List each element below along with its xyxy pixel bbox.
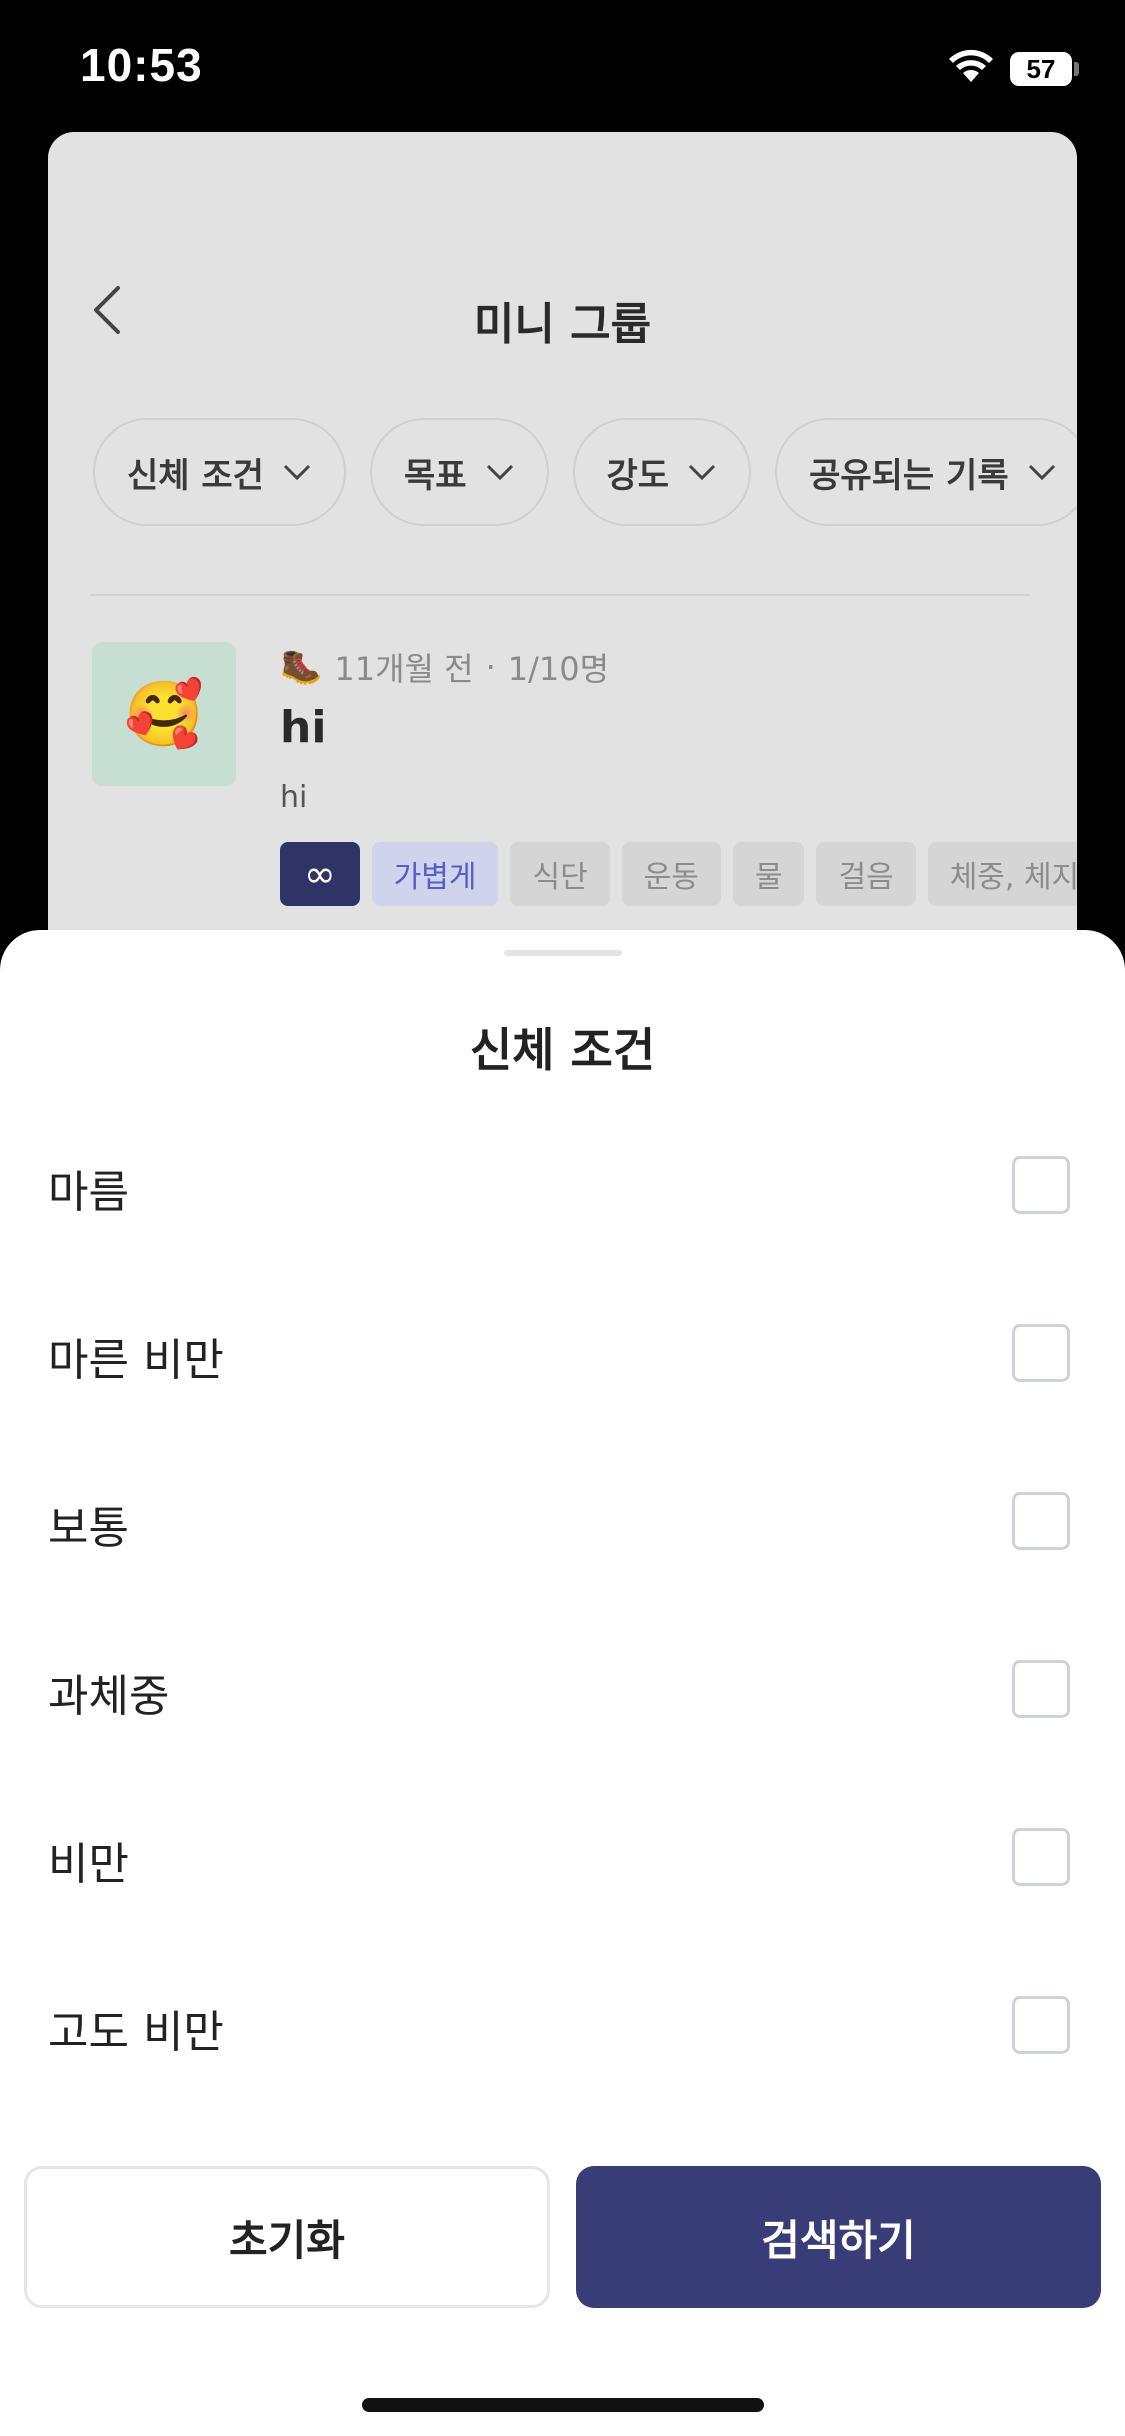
option-row[interactable]: 고도 비만 (0, 1966, 1125, 2086)
shoe-icon: 🥾 (280, 647, 323, 687)
option-label: 비만 (48, 1839, 129, 1890)
option-checkbox[interactable] (1012, 1660, 1070, 1718)
filter-chip-goal[interactable]: 목표 (369, 418, 549, 526)
option-label: 마름 (48, 1167, 129, 1218)
option-checkbox[interactable] (1012, 1156, 1070, 1214)
status-time: 10:53 (80, 39, 203, 91)
group-meta: 🥾 11개월 전 · 1/10명 (280, 644, 609, 690)
status-bar: 10:53 57 (0, 0, 1125, 130)
filter-chip-body[interactable]: 신체 조건 (93, 418, 346, 526)
option-checkbox[interactable] (1012, 1828, 1070, 1886)
page-title: 미니 그룹 (473, 299, 652, 350)
tag-weight: 체중, 체지방 (927, 842, 1077, 906)
option-checkbox[interactable] (1012, 1492, 1070, 1550)
group-name[interactable]: hi (280, 702, 326, 753)
filter-bottom-sheet: 신체 조건 마름 마른 비만 보통 과체중 비만 고도 비만 초기화 검색하기 (0, 930, 1125, 2436)
option-label: 과체중 (48, 1671, 170, 1722)
option-row[interactable]: 보통 (0, 1462, 1125, 1582)
option-checkbox[interactable] (1012, 1324, 1070, 1382)
battery-tip (1074, 62, 1079, 76)
chevron-down-icon (689, 464, 716, 481)
group-thumbnail[interactable]: 🥰 (92, 642, 236, 786)
divider (90, 594, 1030, 596)
chevron-down-icon (283, 464, 311, 481)
member-count: 1/10명 (507, 650, 610, 688)
search-button[interactable]: 검색하기 (576, 2166, 1101, 2308)
home-indicator (362, 2398, 764, 2412)
tag-exercise: 운동 (621, 842, 721, 906)
reset-button[interactable]: 초기화 (24, 2166, 550, 2308)
tag-water: 물 (732, 842, 805, 906)
option-label: 고도 비만 (48, 2007, 224, 2058)
sheet-title: 신체 조건 (469, 1023, 656, 1077)
option-label: 보통 (48, 1503, 129, 1554)
filter-chip-intensity[interactable]: 강도 (572, 418, 752, 526)
filter-chip-shared-records[interactable]: 공유되는 기록 (775, 418, 1077, 526)
background-page: 미니 그룹 신체 조건 목표 강도 공유되는 기록 🥰 🥾 11개월 전 · 1… (48, 132, 1077, 1032)
group-tags: ∞ 가볍게 식단 운동 물 걸음 체중, 체지방 (280, 842, 1077, 906)
group-description: hi (280, 780, 308, 815)
option-row[interactable]: 과체중 (0, 1630, 1125, 1750)
option-row[interactable]: 비만 (0, 1798, 1125, 1918)
tag-diet: 식단 (510, 842, 610, 906)
sheet-handle[interactable] (504, 950, 622, 956)
option-checkbox[interactable] (1012, 1996, 1070, 2054)
option-label: 마른 비만 (48, 1335, 224, 1386)
wifi-icon (949, 49, 993, 82)
time-ago: 11개월 전 (334, 650, 474, 688)
chevron-down-icon (1028, 464, 1055, 481)
chevron-down-icon (486, 464, 513, 481)
option-row[interactable]: 마른 비만 (0, 1294, 1125, 1414)
tag-infinite: ∞ (280, 842, 360, 906)
filter-chips: 신체 조건 목표 강도 공유되는 기록 (93, 418, 1077, 526)
meta-separator: · (485, 648, 496, 686)
tag-steps: 걸음 (816, 842, 916, 906)
tag-light: 가볍게 (371, 842, 499, 906)
battery-icon: 57 (1010, 52, 1072, 86)
option-row[interactable]: 마름 (0, 1126, 1125, 1246)
